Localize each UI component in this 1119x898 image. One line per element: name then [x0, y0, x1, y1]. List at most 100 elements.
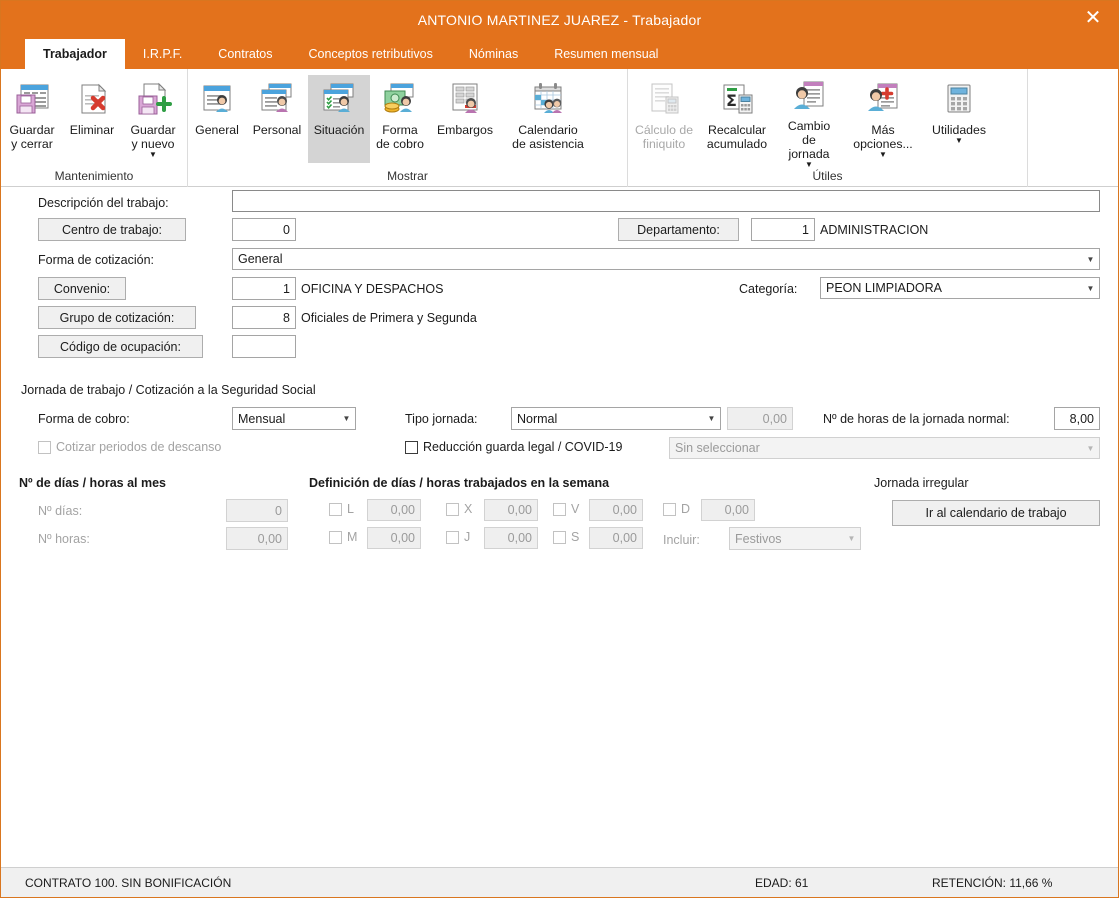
- forma-de-cobro-button[interactable]: Forma de cobro: [370, 75, 430, 163]
- chevron-down-icon[interactable]: ▼: [1082, 278, 1099, 298]
- chevron-down-icon[interactable]: ▼: [955, 137, 963, 145]
- cotizar-periodos-descanso-checkbox: Cotizar periodos de descanso: [38, 440, 221, 454]
- personal-card-icon: [257, 77, 297, 121]
- dia-V-checkbox[interactable]: V: [553, 502, 579, 516]
- chevron-down-icon[interactable]: ▼: [703, 408, 720, 429]
- jornada-section-title: Jornada de trabajo / Cotización a la Seg…: [21, 383, 316, 397]
- dia-S-checkbox[interactable]: S: [553, 530, 579, 544]
- departamento-button[interactable]: Departamento:: [618, 218, 739, 241]
- convenio-button[interactable]: Convenio:: [38, 277, 126, 300]
- embargos-button[interactable]: Embargos: [430, 75, 500, 163]
- recalcular-acumulado-label: Recalcular acumulado: [706, 123, 768, 151]
- checkbox-box[interactable]: [553, 502, 566, 516]
- save-new-icon: [133, 77, 173, 121]
- dia-V-label: V: [571, 502, 580, 516]
- tipo-jornada-numero-input: 0,00: [727, 407, 793, 430]
- general-label: General: [195, 123, 239, 137]
- departamento-descripcion: ADMINISTRACION: [820, 223, 929, 237]
- recalcular-acumulado-button[interactable]: Σ Recalcular acumulado: [700, 75, 774, 163]
- ir-al-calendario-de-trabajo-button[interactable]: Ir al calendario de trabajo: [892, 500, 1100, 526]
- reduccion-guarda-legal-value: Sin seleccionar: [675, 441, 760, 455]
- chevron-down-icon[interactable]: ▼: [338, 408, 355, 429]
- title-bar: ANTONIO MARTINEZ JUAREZ - Trabajador ✕: [1, 1, 1118, 39]
- reduccion-guarda-legal-checkbox[interactable]: Reducción guarda legal / COVID-19: [405, 440, 622, 454]
- chevron-down-icon[interactable]: ▼: [879, 151, 887, 159]
- dia-V-input[interactable]: 0,00: [589, 499, 643, 521]
- dia-D-checkbox[interactable]: D: [663, 502, 690, 516]
- codigo-de-ocupacion-button[interactable]: Código de ocupación:: [38, 335, 203, 358]
- situacion-button[interactable]: Situación: [308, 75, 370, 163]
- checkbox-box[interactable]: [329, 530, 342, 544]
- grupo-de-cotizacion-button[interactable]: Grupo de cotización:: [38, 306, 196, 329]
- dia-M-input[interactable]: 0,00: [367, 527, 421, 549]
- general-button[interactable]: General: [188, 75, 246, 163]
- guardar-y-nuevo-button[interactable]: Guardar y nuevo ▼: [121, 75, 185, 163]
- sum-calculator-icon: Σ: [717, 77, 757, 121]
- calendario-de-asistencia-button[interactable]: Calendario de asistencia: [500, 75, 596, 163]
- eliminar-label: Eliminar: [69, 123, 115, 137]
- cambio-de-jornada-button[interactable]: Cambio de jornada ▼: [774, 75, 844, 169]
- window-title: ANTONIO MARTINEZ JUAREZ - Trabajador: [417, 12, 702, 28]
- tab-trabajador[interactable]: Trabajador: [25, 39, 125, 69]
- centro-de-trabajo-button[interactable]: Centro de trabajo:: [38, 218, 186, 241]
- dia-L-checkbox[interactable]: L: [329, 502, 354, 516]
- checkbox-box[interactable]: [329, 502, 342, 516]
- codigo-de-ocupacion-input[interactable]: [232, 335, 296, 358]
- centro-de-trabajo-input[interactable]: 0: [232, 218, 296, 241]
- dia-X-input[interactable]: 0,00: [484, 499, 538, 521]
- embargos-icon: [445, 77, 485, 121]
- numero-horas-label: Nº horas:: [38, 532, 90, 546]
- dia-M-checkbox[interactable]: M: [329, 530, 357, 544]
- svg-text:Σ: Σ: [726, 91, 737, 110]
- checkbox-box[interactable]: [446, 502, 459, 516]
- personal-button[interactable]: Personal: [246, 75, 308, 163]
- ribbon-group-label-mostrar: Mostrar: [387, 169, 428, 183]
- categoria-select[interactable]: PEON LIMPIADORA ▼: [820, 277, 1100, 299]
- chevron-down-icon[interactable]: ▼: [1082, 249, 1099, 269]
- chevron-down-icon[interactable]: ▼: [149, 151, 157, 159]
- dia-D-input[interactable]: 0,00: [701, 499, 755, 521]
- close-icon[interactable]: ✕: [1076, 3, 1110, 33]
- dia-J-input[interactable]: 0,00: [484, 527, 538, 549]
- calculator-icon: [939, 77, 979, 121]
- dia-S-input[interactable]: 0,00: [589, 527, 643, 549]
- semana-section-title: Definición de días / horas trabajados en…: [309, 476, 610, 490]
- checkbox-box[interactable]: [663, 502, 676, 516]
- incluir-value: Festivos: [735, 531, 782, 546]
- convenio-input[interactable]: 1: [232, 277, 296, 300]
- departamento-input[interactable]: 1: [751, 218, 815, 241]
- situacion-card-icon: [319, 77, 359, 121]
- ribbon-group-mostrar: General Personal Situación Forma de cobr…: [187, 69, 627, 187]
- guardar-y-cerrar-button[interactable]: Guardar y cerrar: [1, 75, 63, 163]
- dia-J-checkbox[interactable]: J: [446, 530, 470, 544]
- forma-de-cotizacion-select[interactable]: General ▼: [232, 248, 1100, 270]
- general-card-icon: [197, 77, 237, 121]
- eliminar-button[interactable]: Eliminar: [63, 75, 121, 163]
- horas-jornada-normal-input[interactable]: 8,00: [1054, 407, 1100, 430]
- tab-nominas[interactable]: Nóminas: [451, 39, 536, 69]
- dia-L-input[interactable]: 0,00: [367, 499, 421, 521]
- tab-resumen-mensual[interactable]: Resumen mensual: [536, 39, 676, 69]
- grupo-de-cotizacion-input[interactable]: 8: [232, 306, 296, 329]
- tipo-jornada-select[interactable]: Normal ▼: [511, 407, 721, 430]
- mas-opciones-button[interactable]: Más opciones... ▼: [844, 75, 922, 163]
- tab-conceptos-retributivos[interactable]: Conceptos retributivos: [291, 39, 451, 69]
- status-contrato: CONTRATO 100. SIN BONIFICACIÓN: [25, 876, 232, 890]
- tab-irpf[interactable]: I.R.P.F.: [125, 39, 200, 69]
- dia-J-label: J: [464, 530, 471, 544]
- forma-de-cobro-select[interactable]: Mensual ▼: [232, 407, 356, 430]
- forma-de-cotizacion-label: Forma de cotización:: [38, 253, 155, 267]
- utilidades-button[interactable]: Utilidades ▼: [922, 75, 996, 163]
- calendario-de-asistencia-label: Calendario de asistencia: [512, 123, 584, 151]
- ribbon-group-mantenimiento: Guardar y cerrar Eliminar Guardar y nuev…: [1, 69, 187, 187]
- checkbox-box[interactable]: [553, 530, 566, 544]
- tab-contratos[interactable]: Contratos: [200, 39, 290, 69]
- dia-X-checkbox[interactable]: X: [446, 502, 472, 516]
- descripcion-del-trabajo-input[interactable]: [232, 190, 1100, 212]
- checkbox-box[interactable]: [446, 530, 459, 544]
- numero-dias-input: 0: [226, 499, 288, 522]
- dia-X-label: X: [464, 502, 473, 516]
- guardar-y-cerrar-label: Guardar y cerrar: [9, 123, 55, 151]
- worker-record-window: ANTONIO MARTINEZ JUAREZ - Trabajador ✕ T…: [0, 0, 1119, 898]
- checkbox-box[interactable]: [405, 440, 418, 454]
